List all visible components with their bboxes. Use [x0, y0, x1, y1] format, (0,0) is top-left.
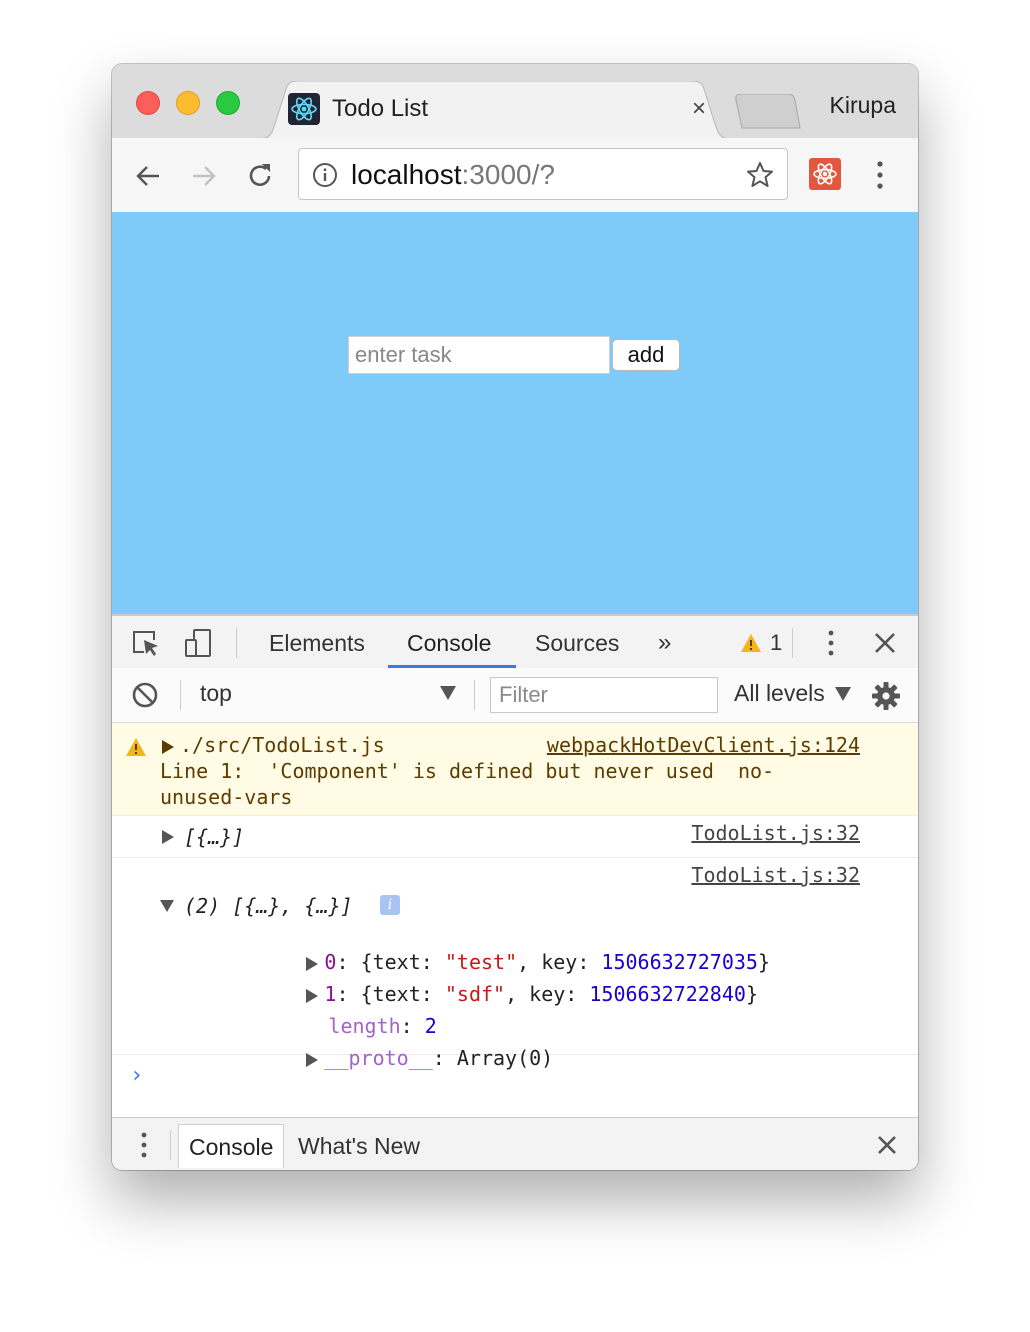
collapse-arrow-icon[interactable]	[160, 900, 174, 912]
new-tab-button[interactable]	[732, 93, 802, 130]
url-host: localhost	[351, 159, 462, 190]
zoom-window-button[interactable]	[216, 91, 240, 115]
array-summary[interactable]: (2) [{…}, {…}]	[184, 894, 353, 918]
add-button[interactable]: add	[612, 339, 680, 371]
drawer-menu-icon[interactable]	[134, 1130, 154, 1160]
console-drawer: Console What's New	[112, 1117, 918, 1170]
item-key-value: 1506632722840	[589, 982, 746, 1006]
back-arrow-icon	[136, 166, 159, 186]
punct: }	[757, 950, 771, 974]
log-levels-dropdown[interactable]: All levels	[734, 680, 851, 707]
log-summary[interactable]: [{…}]	[184, 825, 244, 849]
forward-arrow-icon	[193, 166, 216, 186]
url-text[interactable]: localhost:3000/?	[351, 159, 555, 191]
tab-close-icon[interactable]: ×	[686, 94, 712, 124]
warning-count: 1	[770, 630, 783, 655]
console-filter-bar: top All levels	[112, 668, 918, 723]
console-prompt-icon[interactable]: ›	[130, 1063, 143, 1088]
array-proto[interactable]: __proto__: Array(0)	[186, 1022, 553, 1094]
source-link[interactable]: webpackHotDevClient.js:124	[547, 733, 860, 757]
device-toolbar-icon[interactable]	[182, 626, 216, 660]
console-warning-message: ./src/TodoList.js webpackHotDevClient.js…	[112, 723, 918, 816]
item-key-key: key	[529, 982, 566, 1006]
close-window-button[interactable]	[136, 91, 160, 115]
context-selector[interactable]: top	[200, 680, 232, 707]
forward-button[interactable]	[184, 156, 224, 196]
filter-input[interactable]	[490, 677, 718, 713]
info-badge-icon[interactable]: i	[380, 895, 400, 915]
separator	[180, 680, 181, 710]
console-log-message: [{…}] TodoList.js:32	[112, 815, 918, 858]
proto-key: __proto__	[324, 1046, 433, 1070]
dropdown-arrow-icon	[834, 686, 851, 701]
address-bar[interactable]: localhost:3000/?	[298, 148, 788, 200]
reload-button[interactable]	[240, 156, 280, 196]
expand-arrow-icon[interactable]	[306, 1052, 319, 1067]
tab-sources[interactable]: Sources	[535, 628, 619, 658]
devtools-menu-icon[interactable]	[814, 626, 848, 660]
tab-elements[interactable]: Elements	[269, 628, 365, 658]
info-icon[interactable]	[312, 162, 338, 188]
expand-arrow-icon[interactable]	[162, 740, 174, 754]
profile-name[interactable]: Kirupa	[830, 92, 896, 119]
react-devtools-extension-icon[interactable]	[809, 158, 841, 190]
close-drawer-icon[interactable]	[870, 1128, 904, 1162]
bookmark-star-icon[interactable]	[745, 160, 775, 190]
source-link[interactable]: TodoList.js:32	[691, 863, 860, 887]
console-log-message: TodoList.js:32 (2) [{…}, {…}] i 0: {text…	[112, 858, 918, 1070]
drawer-tab-whats-new[interactable]: What's New	[288, 1124, 430, 1168]
proto-value: Array(0)	[456, 1046, 554, 1070]
separator	[236, 628, 237, 658]
warning-path: ./src/TodoList.js	[180, 733, 385, 757]
punct: :	[432, 1046, 457, 1070]
browser-window: Todo List × Kirupa localhost:3000/? ente…	[112, 64, 918, 1170]
url-path: :3000/?	[461, 159, 555, 190]
drawer-tab-console[interactable]: Console	[178, 1124, 285, 1168]
separator	[474, 680, 475, 710]
item-text-value: "sdf"	[444, 982, 506, 1006]
clear-console-icon[interactable]	[130, 680, 160, 710]
page-content: add	[112, 212, 918, 614]
task-input[interactable]	[348, 336, 610, 374]
minimize-window-button[interactable]	[176, 91, 200, 115]
source-link[interactable]: TodoList.js:32	[691, 821, 860, 845]
log-levels-label: All levels	[734, 680, 825, 706]
back-button[interactable]	[128, 156, 168, 196]
punct: ,	[505, 982, 530, 1006]
react-logo-icon	[288, 93, 320, 125]
punct: :	[565, 982, 590, 1006]
tab-title: Todo List	[332, 95, 429, 122]
punct: }	[745, 982, 758, 1006]
inspect-element-icon[interactable]	[128, 626, 162, 660]
expand-arrow-icon[interactable]	[162, 830, 174, 844]
reload-icon	[249, 164, 271, 186]
browser-menu-icon[interactable]	[870, 156, 890, 194]
separator	[170, 1130, 171, 1160]
warning-icon	[126, 738, 146, 756]
warning-line-1: Line 1: 'Component' is defined but never…	[160, 759, 775, 783]
browser-toolbar: localhost:3000/?	[112, 138, 918, 213]
devtools-panel: Elements Console Sources » 1 top All lev…	[112, 614, 918, 1170]
separator	[792, 628, 793, 658]
warning-line-2: unused-vars	[160, 785, 293, 809]
close-devtools-icon[interactable]	[868, 626, 902, 660]
warning-counter[interactable]: 1	[740, 628, 782, 658]
title-bar: Todo List × Kirupa	[112, 64, 918, 139]
more-tabs-icon[interactable]: »	[658, 628, 671, 658]
tab-console[interactable]: Console	[407, 628, 491, 658]
settings-gear-icon[interactable]	[870, 680, 902, 712]
dropdown-arrow-icon[interactable]	[440, 686, 456, 700]
warning-icon	[741, 634, 761, 652]
devtools-tab-bar: Elements Console Sources » 1	[112, 616, 918, 669]
tab-todo-list[interactable]: Todo List ×	[258, 81, 732, 139]
